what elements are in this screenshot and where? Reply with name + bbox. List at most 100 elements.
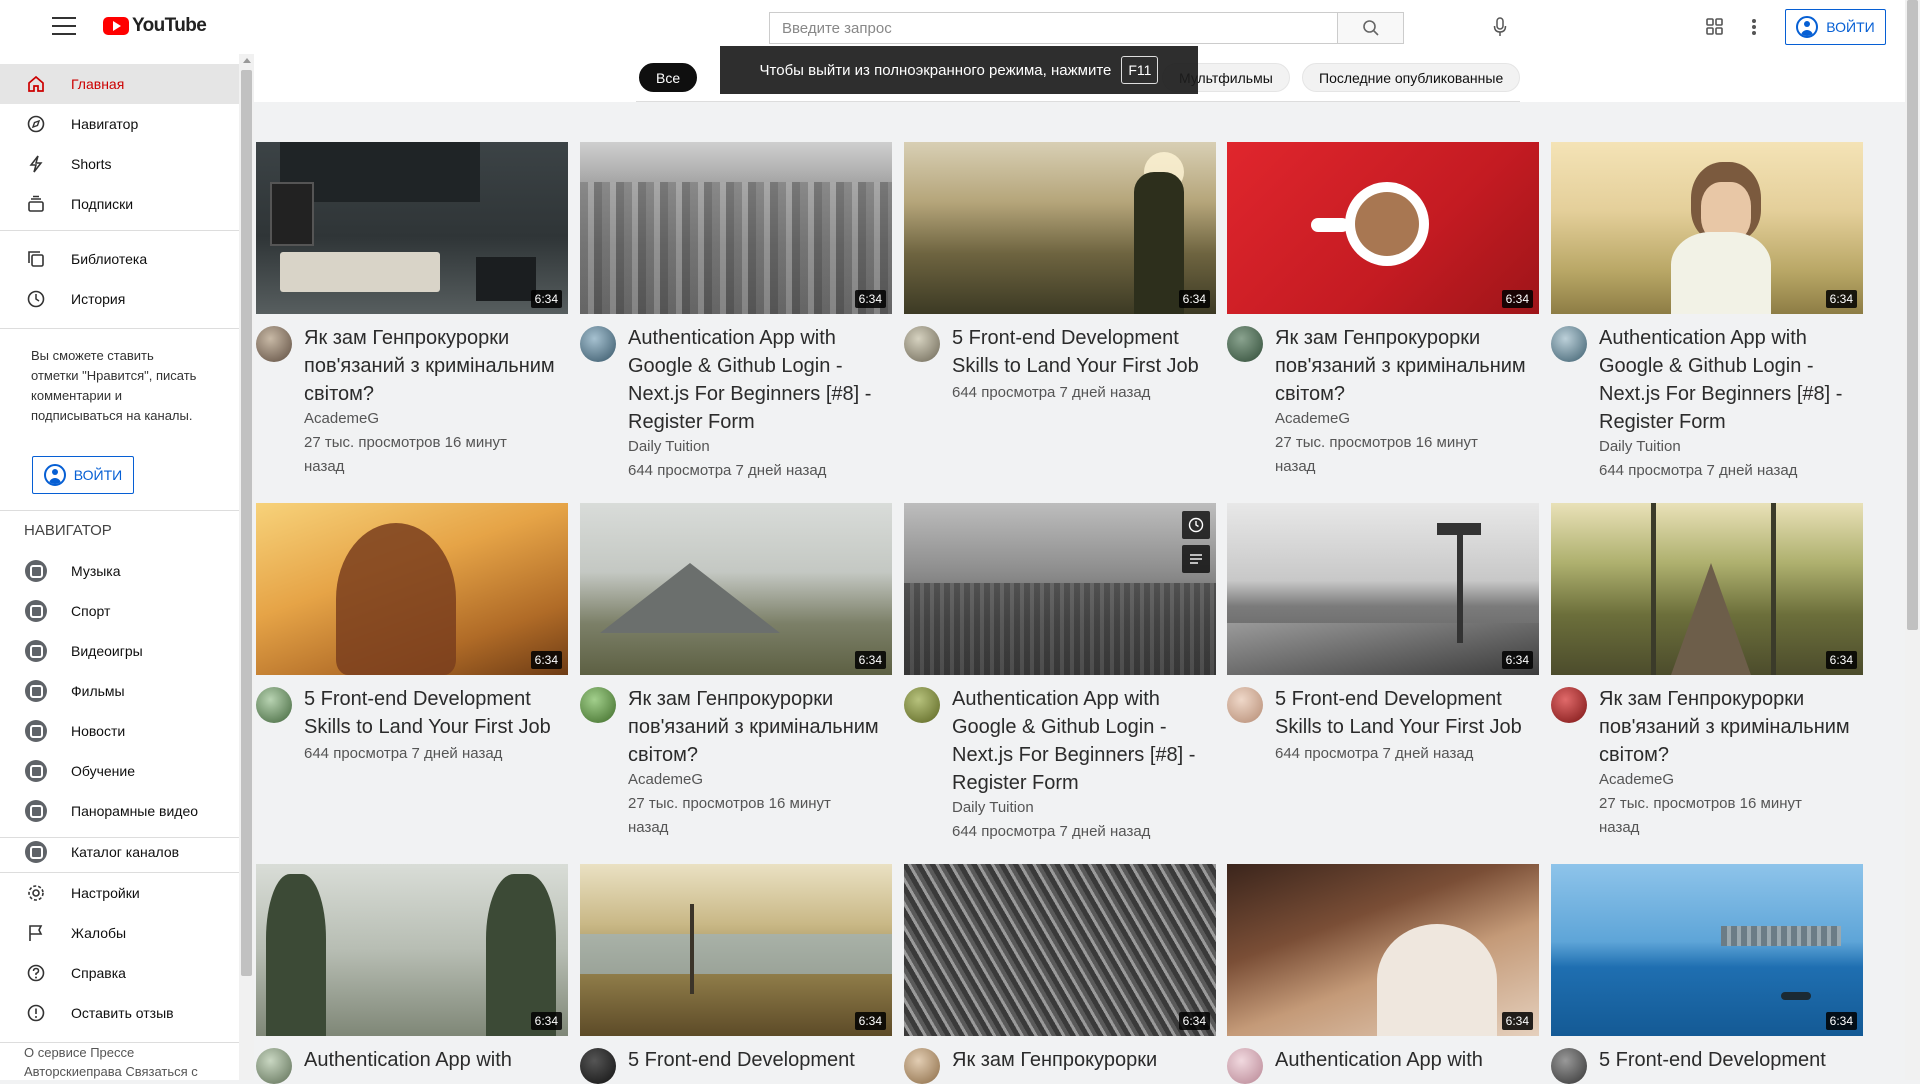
sidebar-item-home[interactable]: Главная	[0, 64, 239, 104]
video-channel[interactable]: AcademeG	[1599, 771, 1674, 788]
video-card[interactable]: 6:34 Authentication App with Google & Gi…	[1551, 142, 1863, 479]
signin-button[interactable]: Войти	[1785, 9, 1886, 45]
sidebar-footer-links[interactable]: О сервисе Прессе Авторскиеправа Связатьс…	[24, 1043, 214, 1080]
sidebar-item-library[interactable]: Библиотека	[0, 239, 239, 279]
channel-avatar[interactable]	[256, 1048, 292, 1084]
video-card[interactable]: 6:34 Authentication App with	[256, 864, 568, 1084]
video-title[interactable]: 5 Front-end Development	[1599, 1046, 1859, 1074]
watch-later-icon[interactable]	[1182, 511, 1210, 539]
video-title[interactable]: 5 Front-end Development Skills to Land Y…	[1275, 685, 1535, 741]
video-channel[interactable]: Daily Tuition	[628, 438, 710, 455]
channel-avatar[interactable]	[580, 687, 616, 723]
video-thumbnail[interactable]	[904, 503, 1216, 675]
video-thumbnail[interactable]: 6:34	[1227, 142, 1539, 314]
video-thumbnail[interactable]: 6:34	[1551, 503, 1863, 675]
scroll-up-arrow-icon[interactable]	[243, 58, 251, 63]
video-thumbnail[interactable]: 6:34	[1227, 503, 1539, 675]
sidebar-item-news[interactable]: Новости	[0, 711, 239, 751]
sidebar-item-explore[interactable]: Навигатор	[0, 104, 239, 144]
channel-avatar[interactable]	[1551, 326, 1587, 362]
video-title[interactable]: 5 Front-end Development Skills to Land Y…	[304, 685, 564, 741]
video-card[interactable]: 6:34 5 Front-end Development	[1551, 864, 1863, 1084]
video-title[interactable]: 5 Front-end Development Skills to Land Y…	[952, 324, 1212, 380]
video-channel[interactable]: Daily Tuition	[952, 799, 1034, 816]
channel-avatar[interactable]	[256, 687, 292, 723]
video-title[interactable]: Authentication App with Google & Github …	[628, 324, 888, 436]
search-button[interactable]	[1337, 13, 1403, 43]
search-input[interactable]	[770, 13, 1337, 43]
video-title[interactable]: Як зам Генпрокурорки пов'язаний з кримін…	[628, 685, 888, 769]
channel-avatar[interactable]	[904, 687, 940, 723]
video-card[interactable]: 6:34 Як зам Генпрокурорки	[904, 864, 1216, 1084]
video-channel[interactable]: Daily Tuition	[1599, 438, 1681, 455]
sidebar-item-360[interactable]: Панорамные видео	[0, 791, 239, 831]
video-title[interactable]: Authentication App with	[304, 1046, 564, 1074]
sidebar-item-learning[interactable]: Обучение	[0, 751, 239, 791]
video-title[interactable]: Authentication App with Google & Github …	[952, 685, 1212, 797]
video-thumbnail[interactable]: 6:34	[580, 864, 892, 1036]
chip-recent[interactable]: Последние опубликованные	[1302, 63, 1521, 92]
menu-icon[interactable]	[52, 17, 76, 35]
channel-avatar[interactable]	[1551, 687, 1587, 723]
video-title[interactable]: Як зам Генпрокурорки пов'язаний з кримін…	[1275, 324, 1535, 408]
sidebar-item-settings[interactable]: Настройки	[0, 873, 239, 913]
video-channel[interactable]: AcademeG	[628, 771, 703, 788]
voice-search-button[interactable]	[1488, 14, 1512, 40]
channel-avatar[interactable]	[1227, 326, 1263, 362]
video-card[interactable]: 6:34 Authentication App with Google & Gi…	[580, 142, 892, 479]
sidebar-item-sport[interactable]: Спорт	[0, 591, 239, 631]
sidebar-item-subscriptions[interactable]: Подписки	[0, 184, 239, 224]
video-title[interactable]: 5 Front-end Development	[628, 1046, 888, 1074]
sidebar-item-channel-catalog[interactable]: Каталог каналов	[0, 832, 239, 872]
video-title[interactable]: Як зам Генпрокурорки пов'язаний з кримін…	[1599, 685, 1859, 769]
chip-all[interactable]: Все	[639, 63, 698, 92]
channel-avatar[interactable]	[580, 1048, 616, 1084]
sidebar-item-feedback[interactable]: Оставить отзыв	[0, 993, 239, 1033]
channel-avatar[interactable]	[1551, 1048, 1587, 1084]
video-card[interactable]: 6:34 5 Front-end Development Skills to L…	[256, 503, 568, 762]
video-card[interactable]: 6:34 Як зам Генпрокурорки пов'язаний з к…	[580, 503, 892, 836]
youtube-logo[interactable]: YouTube	[103, 15, 207, 37]
channel-avatar[interactable]	[904, 1048, 940, 1084]
video-title[interactable]: Authentication App with Google & Github …	[1599, 324, 1859, 436]
video-card[interactable]: 6:34 Як зам Генпрокурорки пов'язаний з к…	[1227, 142, 1539, 475]
video-channel[interactable]: AcademeG	[304, 410, 379, 427]
video-thumbnail[interactable]: 6:34	[256, 142, 568, 314]
video-channel[interactable]: AcademeG	[1275, 410, 1350, 427]
video-card[interactable]: 6:34 5 Front-end Development Skills to L…	[1227, 503, 1539, 762]
video-card[interactable]: 6:34 Authentication App with	[1227, 864, 1539, 1084]
video-thumbnail[interactable]: 6:34	[1227, 864, 1539, 1036]
sidebar-item-history[interactable]: История	[0, 279, 239, 319]
channel-avatar[interactable]	[904, 326, 940, 362]
video-title[interactable]: Як зам Генпрокурорки	[952, 1046, 1212, 1074]
sidebar-item-movies[interactable]: Фильмы	[0, 671, 239, 711]
video-thumbnail[interactable]: 6:34	[1551, 864, 1863, 1036]
video-thumbnail[interactable]: 6:34	[580, 142, 892, 314]
video-thumbnail[interactable]: 6:34	[580, 503, 892, 675]
video-thumbnail[interactable]: 6:34	[1551, 142, 1863, 314]
video-card[interactable]: 6:34 Як зам Генпрокурорки пов'язаний з к…	[256, 142, 568, 475]
video-title[interactable]: Як зам Генпрокурорки пов'язаний з кримін…	[304, 324, 564, 408]
channel-avatar[interactable]	[1227, 687, 1263, 723]
add-to-queue-icon[interactable]	[1182, 545, 1210, 573]
video-thumbnail[interactable]: 6:34	[904, 864, 1216, 1036]
sidebar-item-help[interactable]: Справка	[0, 953, 239, 993]
video-thumbnail[interactable]: 6:34	[904, 142, 1216, 314]
video-card[interactable]: 6:34 Як зам Генпрокурорки пов'язаний з к…	[1551, 503, 1863, 836]
sidebar-item-report[interactable]: Жалобы	[0, 913, 239, 953]
apps-grid-icon[interactable]	[1705, 17, 1725, 37]
video-card[interactable]: 6:34 5 Front-end Development Skills to L…	[904, 142, 1216, 401]
video-title[interactable]: Authentication App with	[1275, 1046, 1535, 1074]
video-thumbnail[interactable]: 6:34	[256, 503, 568, 675]
page-scrollbar-thumb[interactable]	[1907, 0, 1918, 630]
channel-avatar[interactable]	[580, 326, 616, 362]
sidebar-signin-button[interactable]: Войти	[32, 456, 134, 494]
sidebar-item-gaming[interactable]: Видеоигры	[0, 631, 239, 671]
channel-avatar[interactable]	[256, 326, 292, 362]
sidebar-item-shorts[interactable]: Shorts	[0, 144, 239, 184]
video-card[interactable]: 6:34 5 Front-end Development	[580, 864, 892, 1084]
sidebar-item-music[interactable]: Музыка	[0, 551, 239, 591]
video-card[interactable]: Authentication App with Google & Github …	[904, 503, 1216, 840]
channel-avatar[interactable]	[1227, 1048, 1263, 1084]
video-thumbnail[interactable]: 6:34	[256, 864, 568, 1036]
